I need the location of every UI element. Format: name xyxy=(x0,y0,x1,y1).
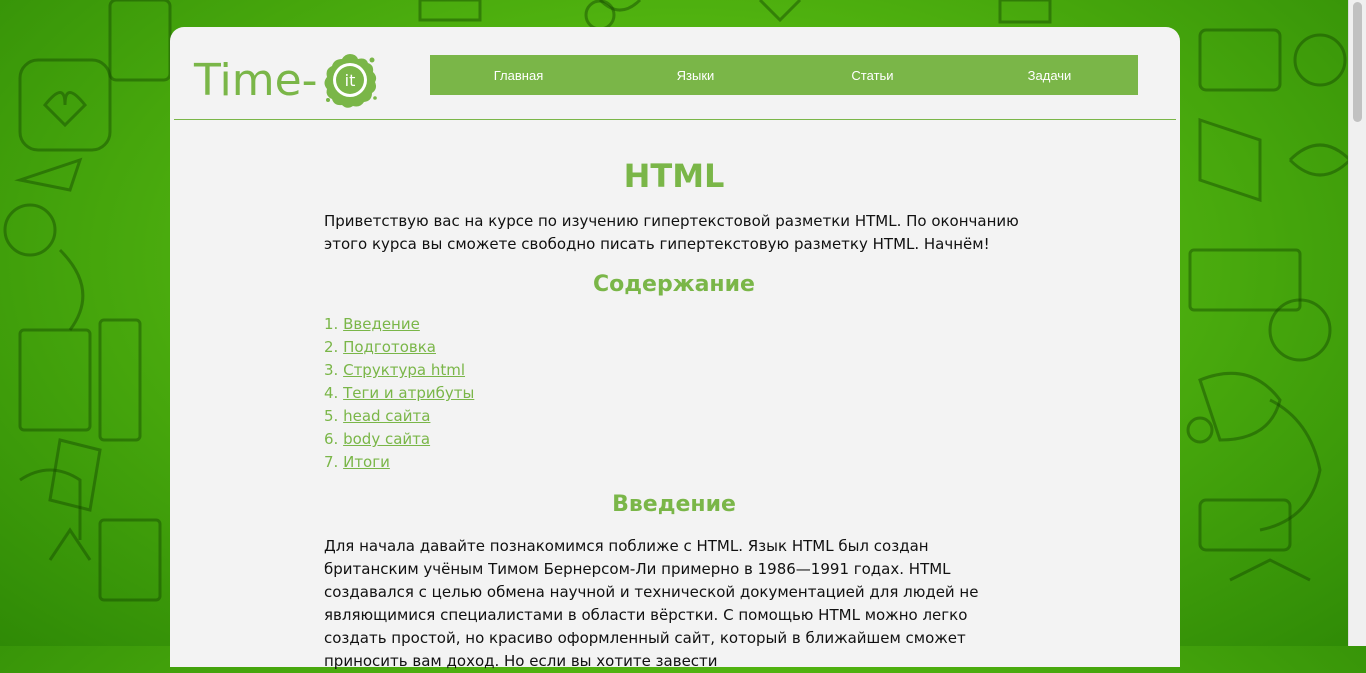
toc-link-head[interactable]: head сайта xyxy=(343,407,430,425)
toc-list: 1. Введение 2. Подготовка 3. Структура h… xyxy=(324,313,1024,474)
toc-number: 2. xyxy=(324,338,339,356)
main-nav: Главная Языки Статьи Задачи xyxy=(430,55,1138,95)
nav-item-languages[interactable]: Языки xyxy=(607,55,784,95)
logo-splash-icon: it xyxy=(324,54,377,108)
toc-item: 6. body сайта xyxy=(324,428,1024,451)
page-card: Time- it Главная Языки Статьи Задачи HTM… xyxy=(170,27,1180,670)
toc-number: 4. xyxy=(324,384,339,402)
section-paragraph: Для начала давайте познакомимся поближе … xyxy=(324,537,979,670)
logo-badge-text: it xyxy=(344,71,355,90)
header-divider xyxy=(174,119,1176,120)
toc-item: 5. head сайта xyxy=(324,405,1024,428)
toc-link-tags[interactable]: Теги и атрибуты xyxy=(343,384,474,402)
toc-heading: Содержание xyxy=(593,272,755,297)
nav-item-tasks[interactable]: Задачи xyxy=(961,55,1138,95)
toc-item: 2. Подготовка xyxy=(324,336,1024,359)
toc-link-body[interactable]: body сайта xyxy=(343,430,430,448)
toc-link-summary[interactable]: Итоги xyxy=(343,453,390,471)
main-content: HTML Приветствую вас на курсе по изучени… xyxy=(324,157,1024,673)
toc-item: 7. Итоги xyxy=(324,451,1024,474)
logo-text: Time- xyxy=(194,54,318,106)
toc-number: 5. xyxy=(324,407,339,425)
site-logo[interactable]: Time- it xyxy=(194,45,380,115)
page-title: HTML xyxy=(623,157,725,195)
toc-link-intro[interactable]: Введение xyxy=(343,315,420,333)
page-scrollbar[interactable] xyxy=(1348,0,1366,646)
toc-number: 6. xyxy=(324,430,339,448)
nav-item-articles[interactable]: Статьи xyxy=(784,55,961,95)
nav-item-home[interactable]: Главная xyxy=(430,55,607,95)
toc-item: 1. Введение xyxy=(324,313,1024,336)
toc-number: 1. xyxy=(324,315,339,333)
toc-link-structure[interactable]: Структура html xyxy=(343,361,465,379)
toc-number: 7. xyxy=(324,453,339,471)
toc-item: 3. Структура html xyxy=(324,359,1024,382)
toc-link-preparation[interactable]: Подготовка xyxy=(343,338,436,356)
intro-paragraph: Приветствую вас на курсе по изучению гип… xyxy=(324,212,1019,253)
toc-item: 4. Теги и атрибуты xyxy=(324,382,1024,405)
section-heading-intro: Введение xyxy=(612,492,736,517)
scrollbar-thumb[interactable] xyxy=(1353,2,1362,122)
toc-number: 3. xyxy=(324,361,339,379)
